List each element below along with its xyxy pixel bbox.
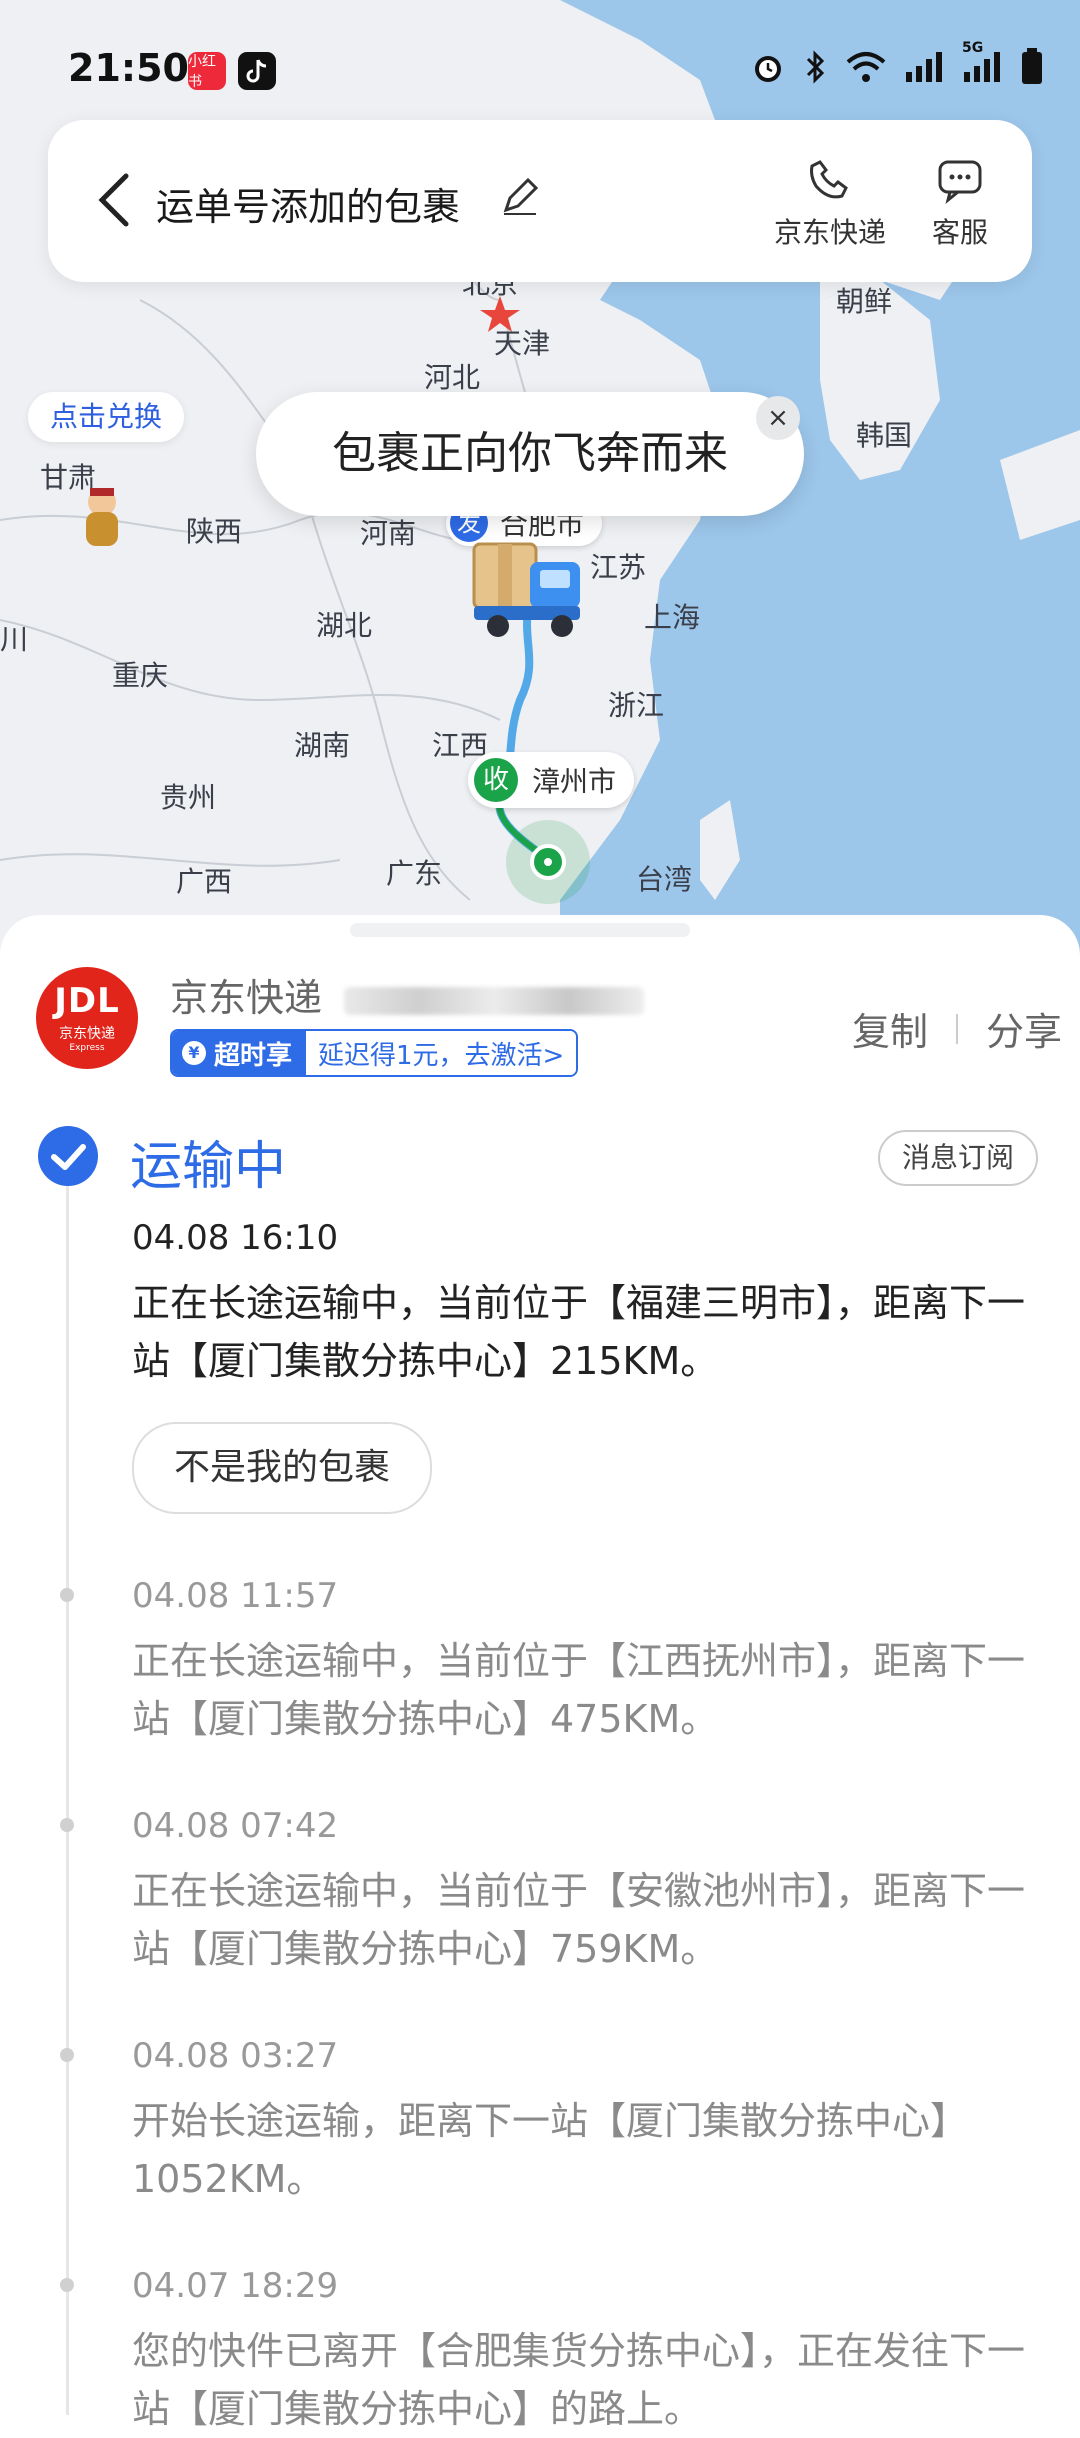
promo-tag: ¥ 超时享 (172, 1031, 307, 1075)
alarm-icon (750, 49, 786, 89)
map-label: 重庆 (112, 659, 169, 692)
destination-city: 漳州市 (532, 765, 617, 798)
timeline-dot (60, 1588, 74, 1602)
share-button[interactable]: 分享 (986, 1001, 1062, 1056)
event-text: 正在长途运输中，当前位于【福建三明市】，距离下一站【厦门集散分拣中心】215KM… (132, 1281, 1026, 1383)
event-text: 正在长途运输中，当前位于【安徽池州市】，距离下一站【厦门集散分拣中心】759KM… (132, 1869, 1026, 1971)
yen-icon: ¥ (182, 1041, 206, 1065)
chevron-left-icon (98, 173, 129, 227)
jdl-logo: JDL 京东快递 Express (36, 967, 138, 1069)
map-label: 广西 (176, 865, 233, 898)
map-label: 朝鲜 (836, 285, 893, 318)
sheet-handle[interactable] (350, 923, 690, 937)
status-bar: 21:50 小红书 5G (0, 40, 1080, 102)
copy-button[interactable]: 复制 (852, 1001, 928, 1056)
delivery-bubble: 包裹正向你飞奔而来 (256, 392, 804, 516)
map-label: 陕西 (186, 515, 243, 548)
status-time: 21:50 (68, 46, 189, 90)
bluetooth-icon (804, 49, 828, 89)
subscribe-button[interactable]: 消息订阅 (878, 1130, 1039, 1186)
back-button[interactable] (94, 170, 134, 230)
destination-marker[interactable]: 收 漳州市 (468, 752, 635, 808)
xiaohongshu-icon: 小红书 (188, 52, 226, 90)
edit-icon[interactable] (500, 176, 540, 220)
map-label: 广东 (386, 857, 443, 890)
event-time: 04.08 16:10 (132, 1218, 339, 1258)
timeline-dot (60, 2048, 74, 2062)
customer-service-label: 客服 (931, 216, 988, 249)
chat-icon (938, 160, 982, 204)
delay-promo[interactable]: ¥ 超时享 延迟得1元，去激活> (170, 1029, 579, 1077)
status-icons: 5G (750, 40, 1044, 90)
event-time: 04.08 07:42 (132, 1806, 339, 1846)
promo-text: 延迟得1元，去激活> (306, 1031, 577, 1075)
map-label: 湖南 (294, 729, 351, 762)
map-label: 浙江 (608, 689, 665, 722)
event-time: 04.07 18:29 (132, 2266, 339, 2306)
phone-icon (810, 160, 848, 199)
courier-phone-label: 京东快递 (773, 216, 886, 249)
map-label: 湖北 (316, 609, 373, 642)
courier-phone-button[interactable]: 京东快递 (768, 156, 892, 251)
wifi-icon (846, 50, 886, 88)
map-label: 韩国 (856, 419, 913, 452)
truck-icon (470, 540, 588, 640)
event-text: 开始长途运输，距离下一站【厦门集散分拣中心】1052KM。 (132, 2099, 969, 2201)
map-label: 河北 (424, 361, 481, 394)
mascot-icon[interactable] (80, 484, 124, 548)
event-text: 您的快件已离开【合肥集货分拣中心】，正在发往下一站【厦门集散分拣中心】的路上。 (132, 2329, 1026, 2431)
event-time: 04.08 11:57 (132, 1576, 339, 1616)
event-time: 04.08 03:27 (132, 2036, 339, 2076)
tracking-number-redacted (344, 986, 645, 1015)
event-text: 正在长途运输中，当前位于【江西抚州市】，距离下一站【厦门集散分拣中心】475KM… (132, 1639, 1026, 1741)
map-label: 川 (0, 623, 29, 656)
map-label: 上海 (644, 601, 701, 634)
map-label: 江苏 (590, 551, 647, 584)
shipment-status: 运输中 (130, 1137, 287, 1197)
map-label: 台湾 (636, 863, 693, 896)
close-bubble-button[interactable]: × (756, 396, 800, 440)
check-icon (38, 1126, 98, 1186)
timeline-dot (60, 2278, 74, 2292)
signal-icon (904, 50, 944, 88)
page-title: 运单号添加的包裹 (156, 185, 461, 229)
timeline-dot (60, 1818, 74, 1832)
tiktok-icon (238, 52, 276, 90)
redeem-hint[interactable]: 点击兑换 (28, 392, 185, 442)
customer-service-button[interactable]: 客服 (918, 156, 1002, 251)
map-label: 河南 (360, 517, 417, 550)
carrier-name: 京东快递 (170, 967, 645, 1022)
destination-badge: 收 (474, 758, 518, 802)
header-card: 运单号添加的包裹 京东快递 客服 (48, 120, 1032, 282)
battery-icon (1020, 48, 1044, 90)
not-my-package-button[interactable]: 不是我的包裹 (132, 1422, 433, 1514)
package-actions: 复制 分享 (852, 1001, 1062, 1056)
timeline-line (66, 1175, 69, 2415)
map-label: 天津 (494, 327, 551, 360)
signal-5g-icon: 5G (962, 40, 1002, 88)
map-label: 贵州 (160, 781, 217, 814)
divider (955, 1013, 958, 1044)
